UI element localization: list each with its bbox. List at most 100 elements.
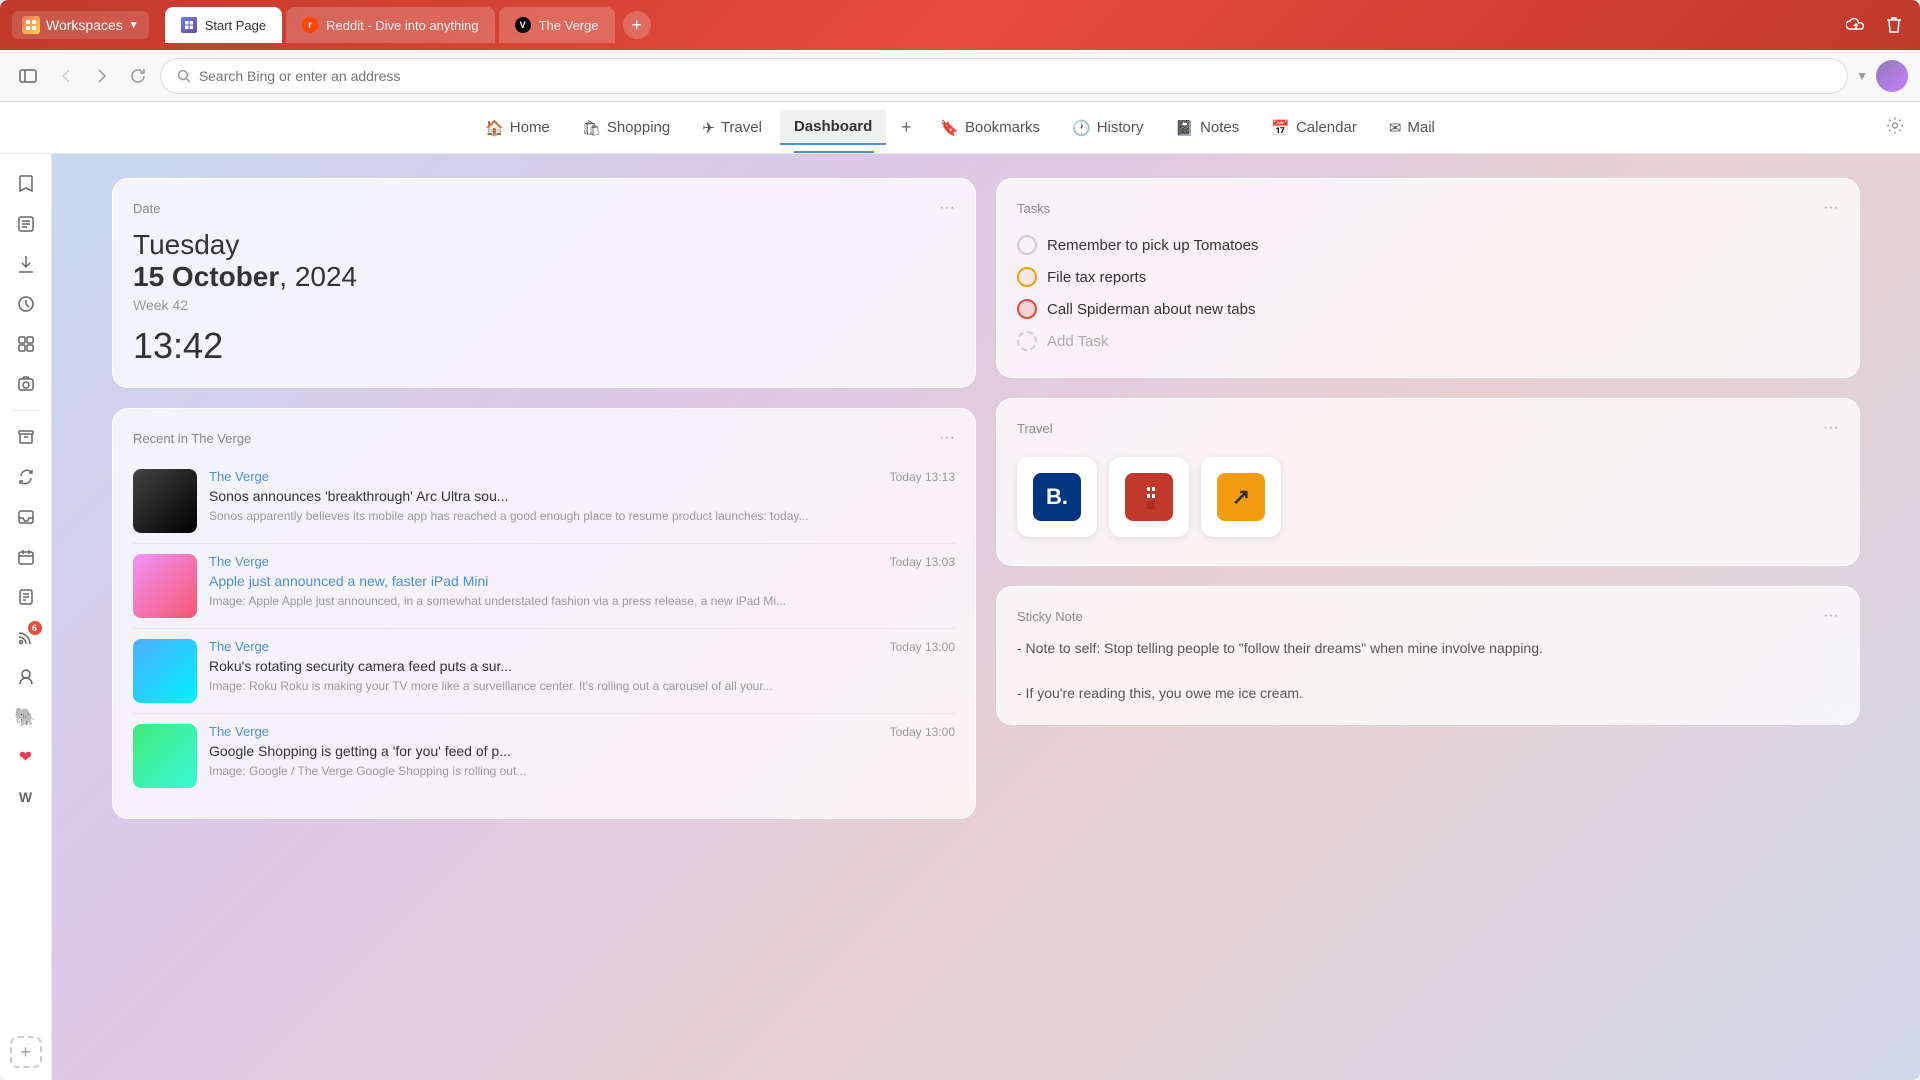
sidebar-add-button[interactable]: +	[10, 1036, 42, 1068]
travel-icons-area: B.	[1017, 449, 1839, 545]
tasks-card-header: Tasks ···	[1017, 199, 1839, 217]
travel-card-menu[interactable]: ···	[1823, 419, 1839, 437]
nav-add-button[interactable]: +	[890, 112, 922, 144]
nav-home-label: Home	[510, 119, 550, 136]
news-desc-1: Sonos apparently believes its mobile app…	[209, 508, 955, 525]
title-bar-actions	[1842, 11, 1908, 39]
sidebar-item-sync[interactable]	[8, 459, 44, 495]
news-thumb-1	[133, 469, 197, 533]
refresh-button[interactable]	[124, 62, 152, 90]
tasks-card-menu[interactable]: ···	[1823, 199, 1839, 217]
travel-arrow-icon[interactable]: ↗	[1201, 457, 1281, 537]
sticky-note-card: Sticky Note ··· - Note to self: Stop tel…	[996, 586, 1860, 725]
travel-hotels-icon[interactable]	[1109, 457, 1189, 537]
task-item-1[interactable]: Remember to pick up Tomatoes	[1017, 229, 1839, 261]
sidebar-item-collections[interactable]	[8, 326, 44, 362]
new-tab-button[interactable]: +	[623, 11, 651, 39]
sidebar-item-wikipedia[interactable]: W	[8, 779, 44, 815]
mail-nav-icon: ✉	[1389, 119, 1402, 137]
address-bar: ▼	[0, 50, 1920, 102]
address-dropdown-icon[interactable]: ▼	[1856, 69, 1868, 83]
news-time-1: Today 13:13	[890, 470, 955, 484]
nav-bookmarks-label: Bookmarks	[965, 119, 1040, 136]
nav-travel-label: Travel	[721, 119, 762, 136]
content-area: Date ··· Tuesday 15 October, 2024 Week 4…	[52, 154, 1920, 1080]
news-content-4: The Verge Today 13:00 Google Shopping is…	[209, 724, 955, 788]
search-input[interactable]	[199, 68, 1831, 84]
task-item-2[interactable]: File tax reports	[1017, 261, 1839, 293]
nav-history[interactable]: 🕐 History	[1058, 111, 1157, 145]
sidebar-item-profile[interactable]	[8, 659, 44, 695]
news-source-3: The Verge	[209, 639, 269, 654]
add-task-button[interactable]: Add Task	[1017, 325, 1839, 357]
news-time-4: Today 13:00	[890, 725, 955, 739]
user-avatar[interactable]	[1876, 60, 1908, 92]
date-day: Tuesday	[133, 229, 955, 261]
news-desc-4: Image: Google / The Verge Google Shoppin…	[209, 763, 955, 780]
sticky-note-menu[interactable]: ···	[1823, 607, 1839, 625]
travel-booking-icon[interactable]: B.	[1017, 457, 1097, 537]
nav-home[interactable]: 🏠 Home	[471, 111, 564, 145]
sidebar-item-reader[interactable]	[8, 206, 44, 242]
sidebar-item-archive[interactable]	[8, 419, 44, 455]
nav-bookmarks[interactable]: 🔖 Bookmarks	[926, 111, 1054, 145]
task-item-3[interactable]: Call Spiderman about new tabs	[1017, 293, 1839, 325]
nav-settings-icon[interactable]	[1886, 116, 1904, 139]
sidebar-item-feed[interactable]	[8, 619, 44, 655]
task-checkbox-3[interactable]	[1017, 299, 1037, 319]
date-time: 13:42	[133, 325, 955, 367]
nav-travel[interactable]: ✈ Travel	[688, 111, 776, 145]
tasks-card: Tasks ··· Remember to pick up Tomatoes F…	[996, 178, 1860, 378]
workspaces-chevron-icon: ▼	[129, 20, 139, 31]
news-item-2[interactable]: The Verge Today 13:03 Apple just announc…	[133, 544, 955, 629]
nav-bar: 🏠 Home 🛍 Shopping ✈ Travel Dashboard + 🔖…	[0, 102, 1920, 154]
cloud-icon[interactable]	[1842, 11, 1870, 39]
tab-reddit-label: Reddit - Dive into anything	[326, 18, 478, 33]
trash-icon[interactable]	[1880, 11, 1908, 39]
nav-calendar[interactable]: 📅 Calendar	[1257, 111, 1371, 145]
date-card: Date ··· Tuesday 15 October, 2024 Week 4…	[112, 178, 976, 388]
back-button[interactable]	[52, 62, 80, 90]
travel-icon: ✈	[702, 119, 715, 137]
news-item-4[interactable]: The Verge Today 13:00 Google Shopping is…	[133, 714, 955, 798]
workspaces-button[interactable]: Workspaces ▼	[12, 11, 149, 39]
news-item-1[interactable]: The Verge Today 13:13 Sonos announces 'b…	[133, 459, 955, 544]
news-content-2: The Verge Today 13:03 Apple just announc…	[209, 554, 955, 618]
sidebar-item-mastodon[interactable]: 🐘	[8, 699, 44, 735]
sidebar-item-snapshot[interactable]	[8, 366, 44, 402]
sidebar-item-notes-side[interactable]	[8, 579, 44, 615]
news-source-1: The Verge	[209, 469, 269, 484]
history-nav-icon: 🕐	[1072, 119, 1091, 137]
tasks-card-title: Tasks	[1017, 201, 1050, 216]
sidebar-item-history[interactable]	[8, 286, 44, 322]
nav-notes[interactable]: 📓 Notes	[1161, 111, 1253, 145]
tab-verge[interactable]: V The Verge	[499, 7, 615, 43]
date-card-menu[interactable]: ···	[939, 199, 955, 217]
sidebar-item-calendar[interactable]	[8, 539, 44, 575]
task-checkbox-1[interactable]	[1017, 235, 1037, 255]
sticky-note-text[interactable]: - Note to self: Stop telling people to "…	[1017, 637, 1839, 704]
sidebar-toggle-button[interactable]	[12, 60, 44, 92]
forward-button[interactable]	[88, 62, 116, 90]
news-content-3: The Verge Today 13:00 Roku's rotating se…	[209, 639, 955, 703]
task-checkbox-2[interactable]	[1017, 267, 1037, 287]
left-column: Date ··· Tuesday 15 October, 2024 Week 4…	[112, 178, 976, 1056]
sidebar-item-downloads[interactable]	[8, 246, 44, 282]
tab-reddit[interactable]: r Reddit - Dive into anything	[286, 7, 494, 43]
workspaces-icon	[22, 16, 40, 34]
search-bar[interactable]	[160, 58, 1848, 94]
nav-mail[interactable]: ✉ Mail	[1375, 111, 1449, 145]
sidebar-item-bookmarks[interactable]	[8, 166, 44, 202]
news-item-3[interactable]: The Verge Today 13:00 Roku's rotating se…	[133, 629, 955, 714]
shopping-icon: 🛍	[582, 119, 601, 137]
date-card-title: Date	[133, 201, 160, 216]
task-text-3: Call Spiderman about new tabs	[1047, 301, 1255, 318]
sidebar-item-pocket[interactable]: ❤	[8, 739, 44, 775]
sticky-line-1: - Note to self: Stop telling people to "…	[1017, 637, 1839, 659]
sidebar-item-inbox[interactable]	[8, 499, 44, 535]
nav-dashboard[interactable]: Dashboard	[780, 110, 886, 145]
recent-news-menu[interactable]: ···	[939, 429, 955, 447]
tab-start-page[interactable]: Start Page	[165, 7, 282, 43]
tabs-area: Start Page r Reddit - Dive into anything…	[165, 7, 1834, 43]
nav-shopping[interactable]: 🛍 Shopping	[568, 111, 684, 145]
